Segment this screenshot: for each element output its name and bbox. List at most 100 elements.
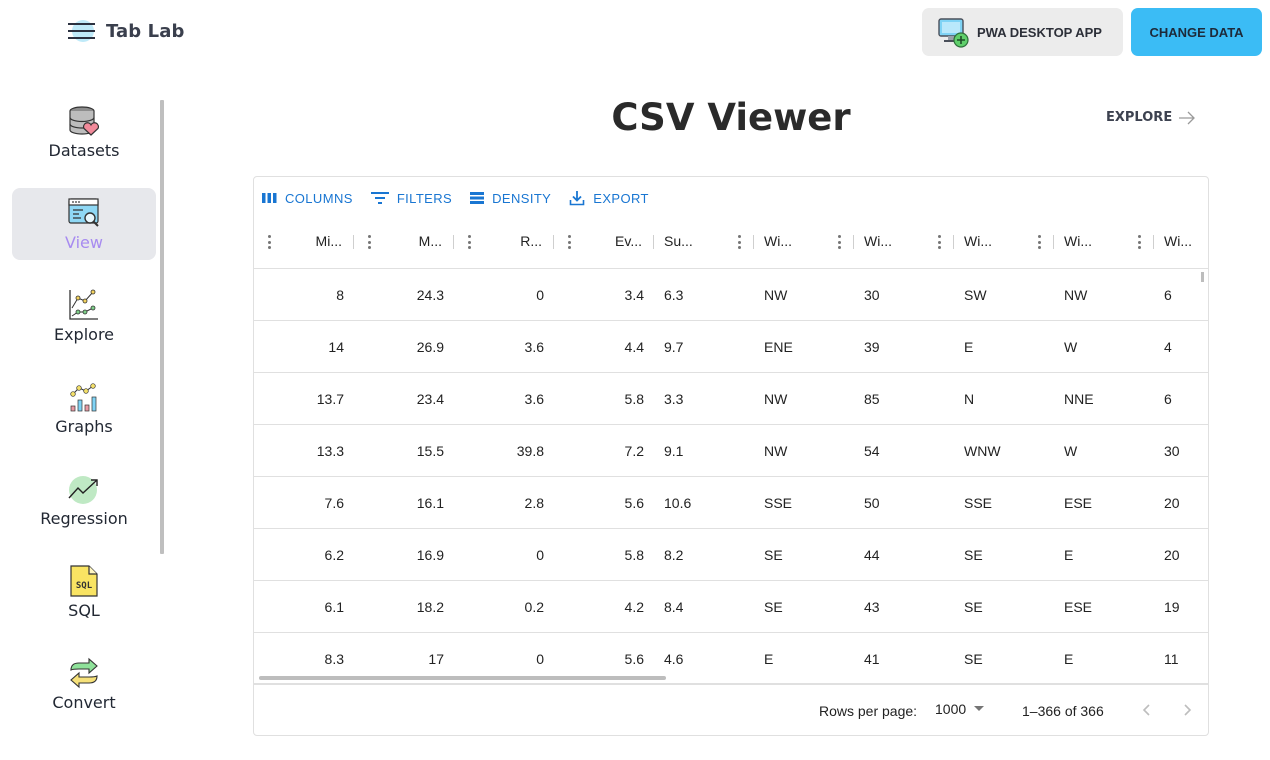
table-cell[interactable]: 44 <box>864 529 954 581</box>
column-menu-icon[interactable] <box>262 234 276 250</box>
table-row[interactable]: 7.6 16.1 2.8 5.6 10.6 SSE 50 SSE ESE 20 <box>254 477 1208 529</box>
table-cell[interactable]: SE <box>764 581 854 633</box>
table-cell[interactable]: 16.1 <box>354 477 444 529</box>
horizontal-scrollbar[interactable] <box>259 676 666 680</box>
table-cell[interactable]: NW <box>764 425 854 477</box>
table-cell[interactable]: ESE <box>1064 477 1154 529</box>
table-cell[interactable]: SE <box>964 581 1054 633</box>
table-cell[interactable]: 8.2 <box>664 529 754 581</box>
table-cell[interactable]: 26.9 <box>354 321 444 373</box>
table-cell[interactable]: 13.3 <box>254 425 344 477</box>
table-cell[interactable]: 0 <box>454 269 544 321</box>
table-cell[interactable]: 20 <box>1164 477 1208 529</box>
table-cell[interactable]: 11 <box>1164 633 1208 685</box>
column-header[interactable]: M... <box>354 215 454 269</box>
table-cell[interactable]: 13.7 <box>254 373 344 425</box>
table-cell[interactable]: 39 <box>864 321 954 373</box>
table-cell[interactable]: ENE <box>764 321 854 373</box>
column-header[interactable]: Wi... <box>854 215 954 269</box>
table-cell[interactable]: 0 <box>454 529 544 581</box>
table-cell[interactable]: 3.3 <box>664 373 754 425</box>
hamburger-menu-icon[interactable] <box>68 18 96 44</box>
column-header[interactable]: Wi... <box>954 215 1054 269</box>
sidebar-item-datasets[interactable]: Datasets <box>12 96 156 168</box>
rows-per-page-select[interactable]: 1000 <box>935 701 985 717</box>
table-cell[interactable]: 8.4 <box>664 581 754 633</box>
table-cell[interactable]: 7.2 <box>554 425 644 477</box>
table-row[interactable]: 6.2 16.9 0 5.8 8.2 SE 44 SE E 20 <box>254 529 1208 581</box>
table-cell[interactable]: E <box>1064 529 1154 581</box>
table-cell[interactable]: 9.7 <box>664 321 754 373</box>
table-cell[interactable]: 50 <box>864 477 954 529</box>
table-cell[interactable]: 10.6 <box>664 477 754 529</box>
column-menu-icon[interactable] <box>562 234 576 250</box>
column-menu-icon[interactable] <box>362 234 376 250</box>
filters-button[interactable]: FILTERS <box>370 191 452 206</box>
sidebar-item-sql[interactable]: SQL SQL <box>12 556 156 628</box>
sidebar-item-explore[interactable]: Explore <box>12 280 156 352</box>
table-cell[interactable]: 5.8 <box>554 373 644 425</box>
density-button[interactable]: DENSITY <box>470 191 551 206</box>
table-cell[interactable]: 23.4 <box>354 373 444 425</box>
column-menu-icon[interactable] <box>462 234 476 250</box>
table-cell[interactable]: 4.2 <box>554 581 644 633</box>
sidebar-item-view[interactable]: View <box>12 188 156 260</box>
table-cell[interactable]: SE <box>964 633 1054 685</box>
table-cell[interactable]: 16.9 <box>354 529 444 581</box>
export-button[interactable]: EXPORT <box>569 190 649 206</box>
table-cell[interactable]: 7.6 <box>254 477 344 529</box>
table-cell[interactable]: 20 <box>1164 529 1208 581</box>
table-cell[interactable]: 41 <box>864 633 954 685</box>
sidebar-item-regression[interactable]: Regression <box>12 464 156 536</box>
table-cell[interactable]: W <box>1064 321 1154 373</box>
table-cell[interactable]: SE <box>764 529 854 581</box>
table-cell[interactable]: 14 <box>254 321 344 373</box>
table-cell[interactable]: 6.2 <box>254 529 344 581</box>
column-menu-icon[interactable] <box>732 234 746 250</box>
table-cell[interactable]: 85 <box>864 373 954 425</box>
table-cell[interactable]: 30 <box>1164 425 1208 477</box>
table-cell[interactable]: 30 <box>864 269 954 321</box>
table-cell[interactable]: 6 <box>1164 373 1208 425</box>
table-cell[interactable]: 5.8 <box>554 529 644 581</box>
column-header[interactable]: Wi... <box>1054 215 1154 269</box>
table-cell[interactable]: 18.2 <box>354 581 444 633</box>
column-menu-icon[interactable] <box>1032 234 1046 250</box>
previous-page-button[interactable] <box>1137 700 1157 720</box>
table-row[interactable]: 8 24.3 0 3.4 6.3 NW 30 SW NW 6 <box>254 269 1208 321</box>
table-cell[interactable]: 6.1 <box>254 581 344 633</box>
table-cell[interactable]: 4 <box>1164 321 1208 373</box>
table-cell[interactable]: 3.4 <box>554 269 644 321</box>
table-cell[interactable]: 2.8 <box>454 477 544 529</box>
column-menu-icon[interactable] <box>832 234 846 250</box>
pwa-desktop-app-button[interactable]: PWA DESKTOP APP <box>922 8 1123 56</box>
table-row[interactable]: 6.1 18.2 0.2 4.2 8.4 SE 43 SE ESE 19 <box>254 581 1208 633</box>
table-cell[interactable]: 3.6 <box>454 373 544 425</box>
table-cell[interactable]: 8 <box>254 269 344 321</box>
column-header[interactable]: Su... <box>654 215 754 269</box>
table-cell[interactable]: N <box>964 373 1054 425</box>
table-cell[interactable]: NW <box>764 269 854 321</box>
change-data-button[interactable]: CHANGE DATA <box>1131 8 1262 56</box>
table-cell[interactable]: 5.6 <box>554 477 644 529</box>
table-cell[interactable]: 9.1 <box>664 425 754 477</box>
table-cell[interactable]: E <box>764 633 854 685</box>
table-cell[interactable]: SSE <box>764 477 854 529</box>
table-cell[interactable]: W <box>1064 425 1154 477</box>
table-cell[interactable]: SE <box>964 529 1054 581</box>
table-cell[interactable]: WNW <box>964 425 1054 477</box>
sidebar-item-graphs[interactable]: Graphs <box>12 372 156 444</box>
table-cell[interactable]: 24.3 <box>354 269 444 321</box>
table-cell[interactable]: SSE <box>964 477 1054 529</box>
table-cell[interactable]: 15.5 <box>354 425 444 477</box>
table-cell[interactable]: 43 <box>864 581 954 633</box>
table-cell[interactable]: E <box>964 321 1054 373</box>
table-row[interactable]: 13.7 23.4 3.6 5.8 3.3 NW 85 N NNE 6 <box>254 373 1208 425</box>
explore-link[interactable]: EXPLORE <box>1106 110 1196 125</box>
table-cell[interactable]: SW <box>964 269 1054 321</box>
column-header[interactable]: R... <box>454 215 554 269</box>
column-header[interactable]: Mi... <box>254 215 354 269</box>
table-cell[interactable]: ESE <box>1064 581 1154 633</box>
table-row[interactable]: 14 26.9 3.6 4.4 9.7 ENE 39 E W 4 <box>254 321 1208 373</box>
table-cell[interactable]: NNE <box>1064 373 1154 425</box>
